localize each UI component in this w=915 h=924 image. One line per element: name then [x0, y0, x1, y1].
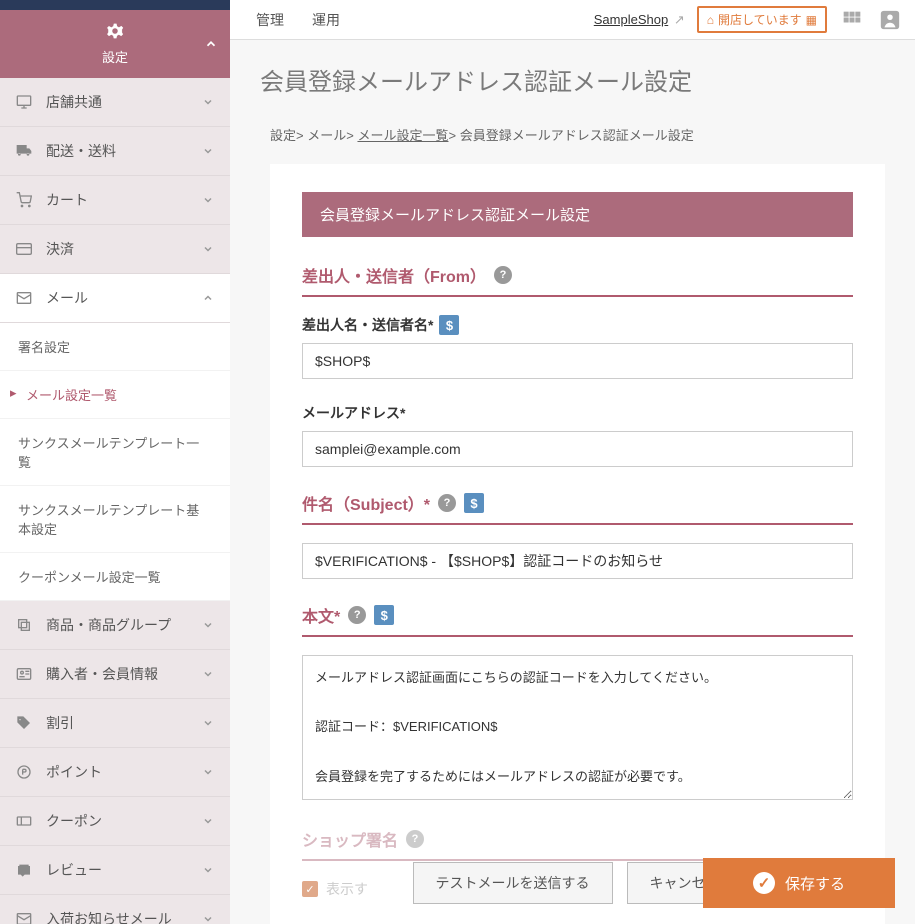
chevron-down-icon — [202, 194, 214, 206]
subject-input[interactable] — [302, 543, 853, 579]
variable-badge-icon[interactable]: $ — [374, 605, 394, 625]
page-title: 会員登録メールアドレス認証メール設定 — [230, 40, 915, 115]
monitor-icon — [16, 94, 36, 110]
tag-icon — [16, 715, 36, 731]
help-icon[interactable]: ? — [348, 606, 366, 624]
test-mail-button[interactable]: テストメールを送信する — [413, 862, 613, 904]
layers-icon — [16, 617, 36, 633]
topbar: 管理 運用 SampleShop ↗ ⌂ 開店しています ▦ — [230, 0, 915, 40]
sidebar-item-discount[interactable]: 割引 — [0, 699, 230, 748]
sidebar-item-coupon[interactable]: クーポン — [0, 797, 230, 846]
review-icon — [16, 862, 36, 878]
chevron-down-icon — [202, 619, 214, 631]
sub-item-coupon-mail[interactable]: クーポンメール設定一覧 — [0, 553, 230, 601]
sidebar-item-point[interactable]: ポイント — [0, 748, 230, 797]
main: 管理 運用 SampleShop ↗ ⌂ 開店しています ▦ — [230, 0, 915, 924]
save-button[interactable]: ✓ 保存する — [703, 858, 895, 908]
email-input[interactable] — [302, 431, 853, 467]
breadcrumb-link[interactable]: メール設定一覧 — [357, 128, 448, 143]
email-label: メールアドレス* — [302, 403, 853, 423]
footer-actions: テストメールを送信する キャンセル ✓ 保存する — [260, 862, 895, 904]
help-icon[interactable]: ? — [494, 266, 512, 284]
badge-icon — [16, 666, 36, 682]
grid-icon[interactable] — [839, 7, 865, 33]
sidebar-item-payment[interactable]: 決済 — [0, 225, 230, 274]
variable-badge-icon[interactable]: $ — [464, 493, 484, 513]
sidebar-settings-header[interactable]: 設定 — [0, 10, 230, 78]
sidebar-header-label: 設定 — [0, 47, 230, 66]
chevron-down-icon — [202, 717, 214, 729]
external-link-icon: ↗ — [674, 12, 685, 27]
body-textarea[interactable] — [302, 655, 853, 800]
chevron-down-icon — [202, 96, 214, 108]
section-subject: 件名（Subject）* ? $ — [302, 491, 853, 525]
mail-icon — [16, 290, 36, 306]
truck-icon — [16, 143, 36, 159]
open-status-badge[interactable]: ⌂ 開店しています ▦ — [697, 6, 827, 33]
sidebar-item-store[interactable]: 店舗共通 — [0, 78, 230, 127]
sidebar-item-members[interactable]: 購入者・会員情報 — [0, 650, 230, 699]
variable-badge-icon[interactable]: $ — [439, 315, 459, 335]
sub-item-thanks-template[interactable]: サンクスメールテンプレート一覧 — [0, 419, 230, 486]
help-icon[interactable]: ? — [438, 494, 456, 512]
sender-label: 差出人名・送信者名* $ — [302, 315, 853, 335]
chevron-down-icon — [202, 913, 214, 924]
chevron-up-icon — [204, 37, 218, 51]
chevron-up-icon — [202, 292, 214, 304]
sidebar-item-cart[interactable]: カート — [0, 176, 230, 225]
sender-input[interactable] — [302, 343, 853, 379]
check-icon: ✓ — [753, 872, 775, 894]
sidebar-item-shipping[interactable]: 配送・送料 — [0, 127, 230, 176]
form-card: 会員登録メールアドレス認証メール設定 差出人・送信者（From） ? 差出人名・… — [270, 164, 885, 924]
chevron-down-icon — [202, 864, 214, 876]
section-body: 本文* ? $ — [302, 603, 853, 637]
chevron-down-icon — [202, 668, 214, 680]
store-icon: ⌂ — [707, 13, 714, 27]
shop-link[interactable]: SampleShop — [594, 12, 668, 27]
mail-icon — [16, 911, 36, 924]
tab-admin[interactable]: 管理 — [242, 0, 298, 40]
tab-operation[interactable]: 運用 — [298, 0, 354, 40]
breadcrumb: 設定> メール> メール設定一覧> 会員登録メールアドレス認証メール設定 — [230, 115, 915, 164]
chevron-down-icon — [202, 145, 214, 157]
sub-item-mail-list[interactable]: メール設定一覧 — [0, 371, 230, 419]
sidebar: 設定 店舗共通 配送・送料 カート 決済 メール — [0, 0, 230, 924]
card-header: 会員登録メールアドレス認証メール設定 — [302, 192, 853, 237]
chevron-down-icon — [202, 815, 214, 827]
sidebar-item-restock-mail[interactable]: 入荷お知らせメール — [0, 895, 230, 924]
chevron-down-icon — [202, 766, 214, 778]
sidebar-item-products[interactable]: 商品・商品グループ — [0, 601, 230, 650]
cart-icon — [16, 192, 36, 208]
point-icon — [16, 764, 36, 780]
card-icon — [16, 241, 36, 257]
sidebar-item-mail[interactable]: メール — [0, 274, 230, 323]
section-from: 差出人・送信者（From） ? — [302, 263, 853, 297]
sub-item-thanks-base[interactable]: サンクスメールテンプレート基本設定 — [0, 486, 230, 553]
sidebar-item-review[interactable]: レビュー — [0, 846, 230, 895]
chevron-down-icon — [202, 243, 214, 255]
section-signature: ショップ署名 ? — [302, 827, 853, 861]
gear-icon — [104, 20, 126, 42]
user-icon[interactable] — [877, 7, 903, 33]
ticket-icon — [16, 813, 36, 829]
calendar-icon: ▦ — [806, 13, 817, 27]
sub-item-signature[interactable]: 署名設定 — [0, 323, 230, 371]
help-icon[interactable]: ? — [406, 830, 424, 848]
